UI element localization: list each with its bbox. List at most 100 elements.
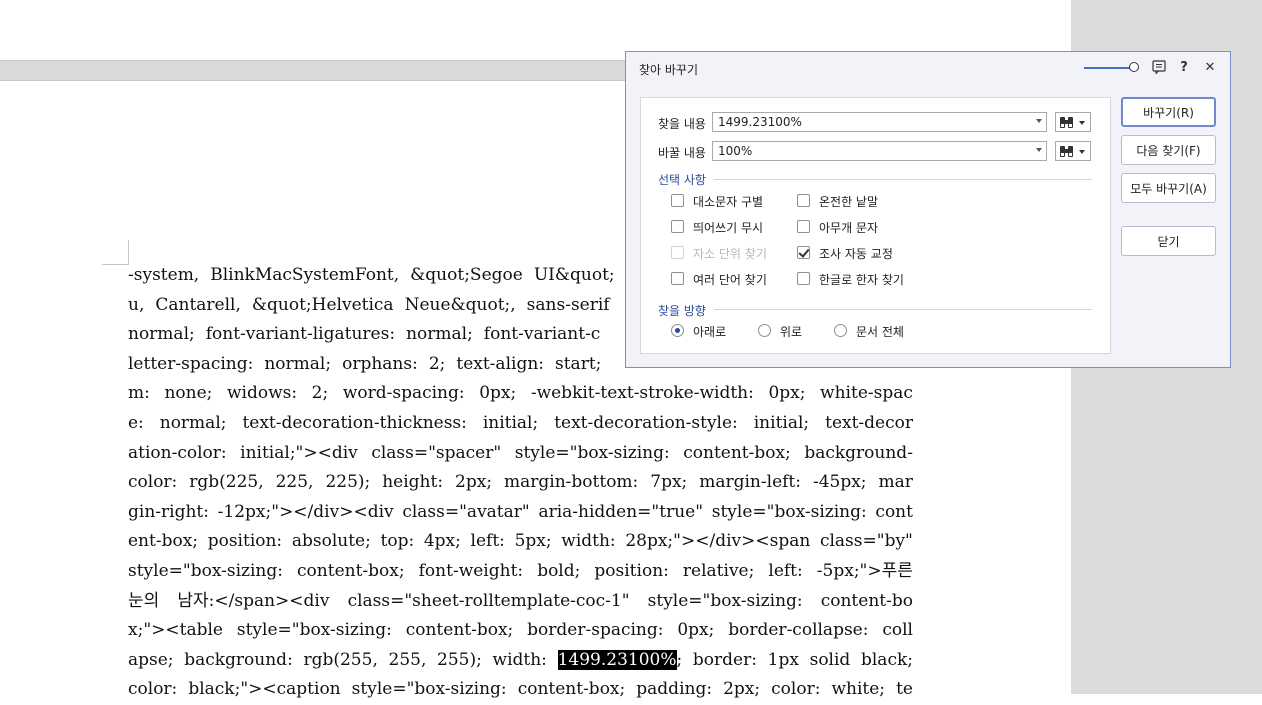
option-checkbox[interactable] xyxy=(671,194,684,207)
document-line[interactable]: ation-color: initial;"><div class="spacer"… xyxy=(128,439,913,469)
document-word: &quot;Segoe xyxy=(410,265,523,285)
document-line[interactable]: color: rgb(225, 225, 225); height: 2px; margin… xyxy=(128,468,913,498)
replace-all-button[interactable]: 모두 바꾸기(A) xyxy=(1121,173,1216,203)
document-word: border-collapse: xyxy=(728,620,869,641)
replace-special-button[interactable] xyxy=(1055,141,1091,161)
search-match-word: 1499.23100%; xyxy=(557,649,683,670)
document-word: letter-spacing: xyxy=(128,353,254,374)
document-line[interactable]: ent-box; position: absolute; top: 4px; left: 5… xyxy=(128,527,913,557)
help-icon[interactable]: ? xyxy=(1175,58,1193,76)
document-word: style="box-sizing: xyxy=(351,679,507,700)
document-word: -webkit-text-stroke-width: xyxy=(530,383,754,404)
document-word: margin-bottom: xyxy=(504,472,639,493)
document-line[interactable]: gin-right: -12px;"></div><div class="avata… xyxy=(128,498,913,528)
document-word: absolute; xyxy=(291,531,371,552)
opacity-slider-track[interactable] xyxy=(1084,67,1132,69)
document-word: widows: xyxy=(226,383,298,404)
document-line[interactable]: e: normal; text-decoration-thickness: initi… xyxy=(128,409,913,439)
document-word: font-variant-c xyxy=(483,324,601,345)
document-word: 2; xyxy=(311,383,329,404)
document-word: ent-box; xyxy=(128,531,199,552)
find-next-button[interactable]: 다음 찾기(F) xyxy=(1121,135,1216,165)
options-divider xyxy=(714,179,1092,180)
document-line[interactable]: m: none; widows: 2; word-spacing: 0px; -webkit… xyxy=(128,379,913,409)
document-word: ation-color: xyxy=(128,442,227,463)
binoculars-icon xyxy=(1060,146,1073,157)
document-word: initial; xyxy=(753,412,810,433)
document-word: te xyxy=(896,679,913,700)
dialog-titlebar[interactable]: 찾아 바꾸기 ? ✕ xyxy=(626,52,1230,84)
option-checkbox[interactable] xyxy=(797,246,810,259)
document-word: class="avatar" xyxy=(402,501,530,522)
option-label[interactable]: 온전한 낱말 xyxy=(819,193,878,210)
memo-icon[interactable] xyxy=(1150,58,1168,76)
document-word: 2px; xyxy=(455,472,493,493)
document-word: 2; xyxy=(428,353,446,374)
document-word: text-decor xyxy=(825,412,913,433)
document-line[interactable]: apse; background: rgb(255, 255, 255); width: 1… xyxy=(128,646,913,676)
option-label[interactable]: 조사 자동 교정 xyxy=(819,245,893,262)
document-line[interactable]: color: black;"><caption style="box-sizing:… xyxy=(128,675,913,705)
document-word: BlinkMacSystemFont, xyxy=(210,265,400,285)
option-label[interactable]: 아무개 문자 xyxy=(819,219,878,236)
find-special-button[interactable] xyxy=(1055,112,1091,132)
option-checkbox[interactable] xyxy=(671,220,684,233)
document-word: -system, xyxy=(128,265,200,285)
find-input[interactable]: 1499.23100% xyxy=(712,112,1047,132)
document-word: left: xyxy=(470,531,505,552)
document-word: normal; xyxy=(159,412,227,433)
replace-button[interactable]: 바꾸기(R) xyxy=(1121,97,1216,127)
replace-input[interactable]: 100% xyxy=(712,141,1047,161)
direction-radio[interactable] xyxy=(834,324,847,337)
direction-radio[interactable] xyxy=(758,324,771,337)
chevron-down-icon xyxy=(1079,150,1085,154)
document-word: 255, xyxy=(388,649,427,670)
document-word: style="box-sizing: xyxy=(711,501,867,522)
document-line[interactable]: style="box-sizing: content-box; font-weigh… xyxy=(128,557,913,587)
document-word: content-box; xyxy=(405,620,514,641)
direction-label[interactable]: 위로 xyxy=(780,323,802,340)
document-word: rgb(225, xyxy=(189,472,264,493)
chevron-down-icon[interactable] xyxy=(1036,148,1042,152)
document-word: background- xyxy=(804,442,913,463)
document-word: black;"><caption xyxy=(188,679,341,700)
document-word: content-box; xyxy=(297,560,405,581)
direction-label[interactable]: 문서 전체 xyxy=(856,323,904,340)
find-replace-dialog: 찾아 바꾸기 ? ✕ 찾을 내용 1499.23100% 바꿀 내용 100% … xyxy=(625,51,1231,368)
document-word: word-spacing: xyxy=(342,383,465,404)
document-word: normal; xyxy=(128,324,195,345)
dialog-title: 찾아 바꾸기 xyxy=(639,63,699,77)
document-word: mar xyxy=(878,472,913,493)
document-word: border: xyxy=(692,649,757,670)
opacity-slider-handle[interactable] xyxy=(1129,62,1139,72)
search-highlight: 1499.23100% xyxy=(557,649,677,670)
direction-section-title: 찾을 방향 xyxy=(658,304,706,318)
document-word: width: xyxy=(561,531,616,552)
document-line[interactable]: 눈의 남자:</span><div class="sheet-rolltemplat… xyxy=(128,587,913,617)
document-word: class="by" xyxy=(819,531,913,552)
document-word: text-align: xyxy=(456,353,544,374)
document-word: 눈의 xyxy=(128,590,160,611)
document-word: 225, xyxy=(275,472,314,493)
option-label[interactable]: 여러 단어 찾기 xyxy=(693,271,767,288)
close-icon[interactable]: ✕ xyxy=(1201,58,1219,76)
document-word: style="box-sizing: xyxy=(236,620,392,641)
close-button[interactable]: 닫기 xyxy=(1121,226,1216,256)
document-word: 28px;"></div><span xyxy=(625,531,811,552)
direction-label[interactable]: 아래로 xyxy=(693,323,726,340)
option-label[interactable]: 한글로 한자 찾기 xyxy=(819,271,904,288)
option-label[interactable]: 대소문자 구별 xyxy=(693,193,763,210)
option-checkbox[interactable] xyxy=(671,272,684,285)
option-checkbox[interactable] xyxy=(797,272,810,285)
document-word: style="box-sizing: xyxy=(128,560,283,581)
option-checkbox[interactable] xyxy=(797,220,810,233)
document-line[interactable]: x;"><table style="box-sizing: content-box;… xyxy=(128,616,913,646)
direction-radio[interactable] xyxy=(671,324,684,337)
option-label: 자소 단위 찾기 xyxy=(693,247,767,261)
chevron-down-icon[interactable] xyxy=(1036,119,1042,123)
option-checkbox[interactable] xyxy=(797,194,810,207)
document-word: left: xyxy=(768,560,803,581)
document-word: m: xyxy=(128,383,150,404)
option-label[interactable]: 띄어쓰기 무시 xyxy=(693,219,763,236)
document-word: style="box-sizing: xyxy=(514,442,670,463)
